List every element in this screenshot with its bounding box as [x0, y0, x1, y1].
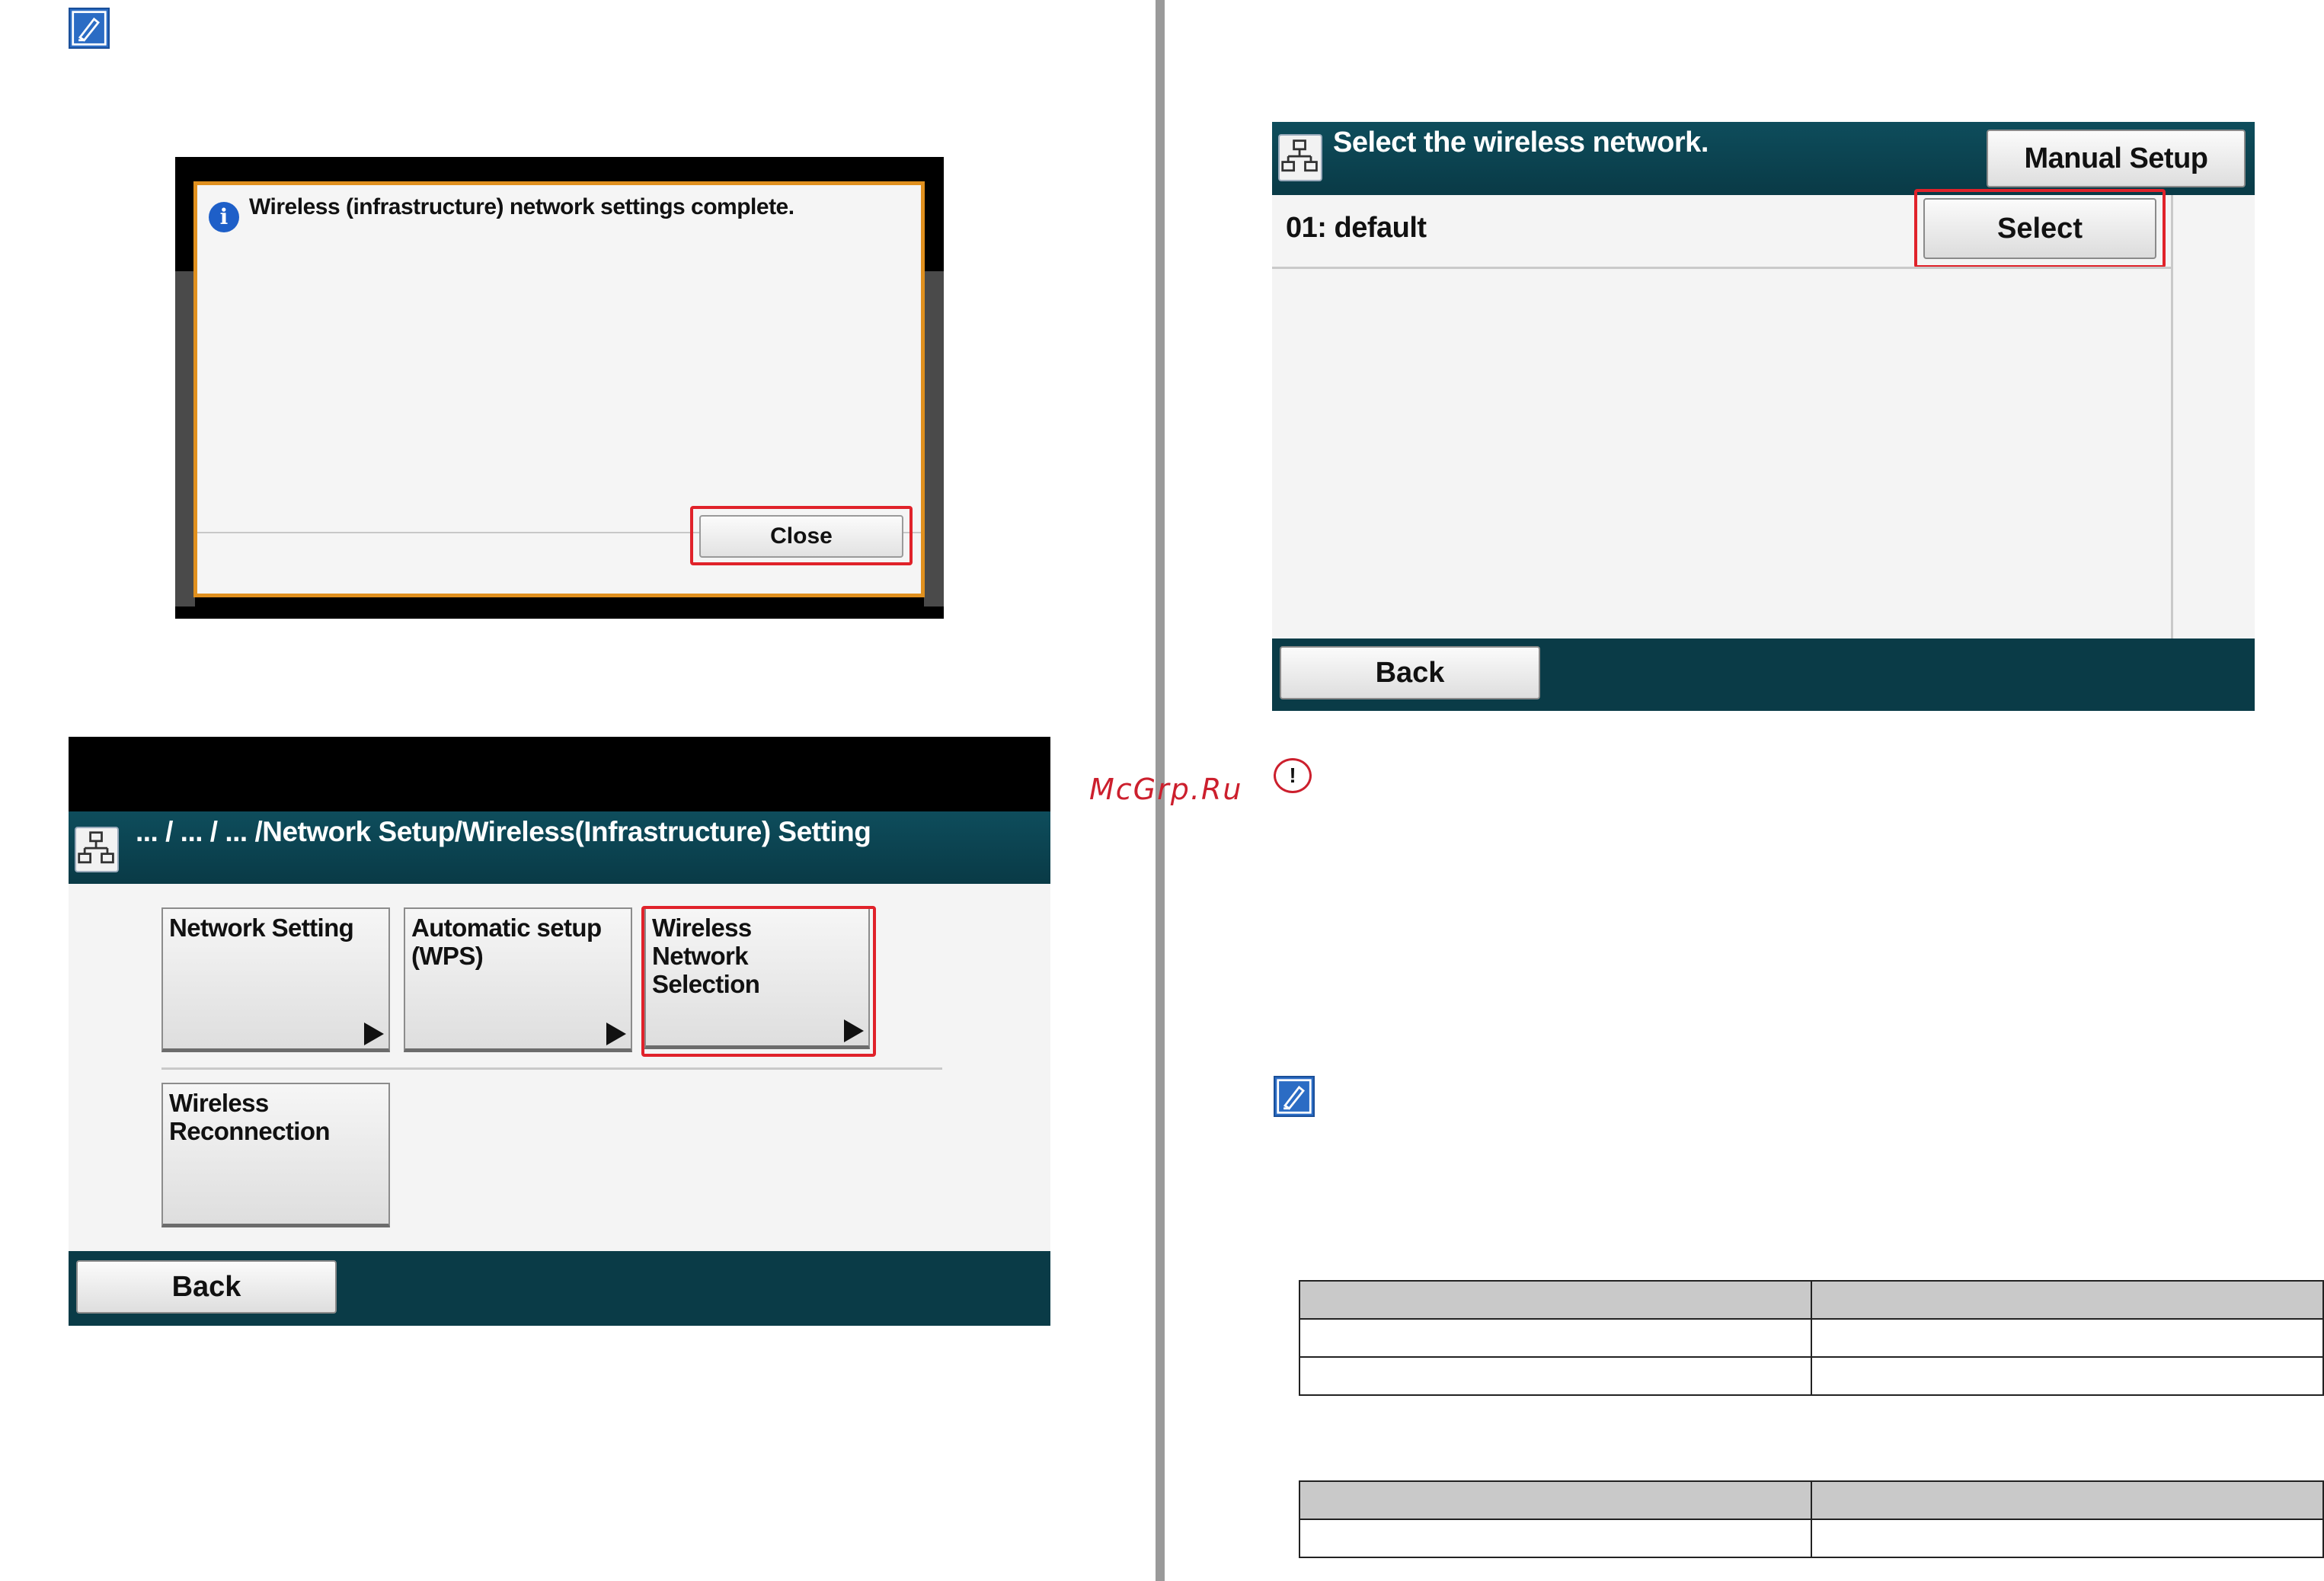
tile-row-separator — [161, 1067, 942, 1070]
tile-highlight — [641, 906, 876, 1057]
tile-network-setting[interactable]: Network Setting — [161, 907, 390, 1052]
table-row — [1299, 1356, 2324, 1396]
select-button[interactable]: Select — [1923, 198, 2156, 259]
tile-label: Wireless Reconnection — [169, 1089, 331, 1145]
close-button[interactable]: Close — [699, 515, 903, 558]
info-icon: i — [209, 202, 239, 232]
completion-screen: i Wireless (infrastructure) network sett… — [175, 157, 944, 619]
table-cell — [1299, 1356, 1812, 1396]
manual-setup-button[interactable]: Manual Setup — [1987, 130, 2246, 187]
back-button[interactable]: Back — [1280, 646, 1540, 699]
back-button[interactable]: Back — [76, 1260, 337, 1314]
network-icon — [75, 827, 119, 872]
screen-side-right — [924, 271, 944, 606]
table-row — [1299, 1480, 2324, 1520]
screen-header: Select the wireless network. Manual Setu… — [1272, 122, 2255, 195]
table-row — [1299, 1318, 2324, 1358]
screen-top-bar — [69, 737, 1050, 811]
memo-pencil-icon — [69, 8, 110, 49]
screen-footer: Back — [69, 1251, 1050, 1326]
table-cell — [1299, 1280, 1812, 1320]
breadcrumb: ... / ... / ... /Network Setup/Wireless(… — [136, 816, 871, 847]
table-cell — [1811, 1280, 2324, 1320]
memo-pencil-icon — [1274, 1076, 1315, 1117]
list-row-separator — [1272, 267, 2171, 269]
settings-table-1 — [1299, 1280, 2324, 1396]
table-row — [1299, 1280, 2324, 1320]
settings-table-2 — [1299, 1480, 2324, 1558]
caution-icon: ! — [1274, 758, 1312, 793]
table-cell — [1811, 1356, 2324, 1396]
completion-message: Wireless (infrastructure) network settin… — [249, 194, 794, 219]
screen-footer: Back — [1272, 638, 2255, 711]
tile-label: Network Setting — [169, 914, 354, 942]
arrow-right-icon — [364, 1023, 384, 1045]
wireless-select-screen: Select the wireless network. Manual Setu… — [1272, 122, 2255, 711]
tile-wireless-reconnection[interactable]: Wireless Reconnection — [161, 1083, 390, 1227]
tile-automatic-setup-wps[interactable]: Automatic setup (WPS) — [404, 907, 632, 1052]
table-cell — [1299, 1318, 1812, 1358]
watermark: McGrp.Ru — [1089, 773, 1243, 806]
arrow-right-icon — [606, 1023, 626, 1045]
tile-label: Automatic setup (WPS) — [411, 914, 602, 970]
screen-title: Select the wireless network. — [1333, 126, 1709, 158]
table-cell — [1811, 1480, 2324, 1520]
screen-side-left — [175, 271, 195, 606]
list-scroll-separator — [2171, 195, 2173, 638]
table-cell — [1811, 1519, 2324, 1558]
table-cell — [1299, 1519, 1812, 1558]
network-icon — [1278, 134, 1322, 181]
table-cell — [1811, 1318, 2324, 1358]
network-list-item: 01: default — [1286, 212, 1427, 244]
network-setup-screen: ... / ... / ... /Network Setup/Wireless(… — [69, 737, 1050, 1326]
table-row — [1299, 1519, 2324, 1558]
table-cell — [1299, 1480, 1812, 1520]
